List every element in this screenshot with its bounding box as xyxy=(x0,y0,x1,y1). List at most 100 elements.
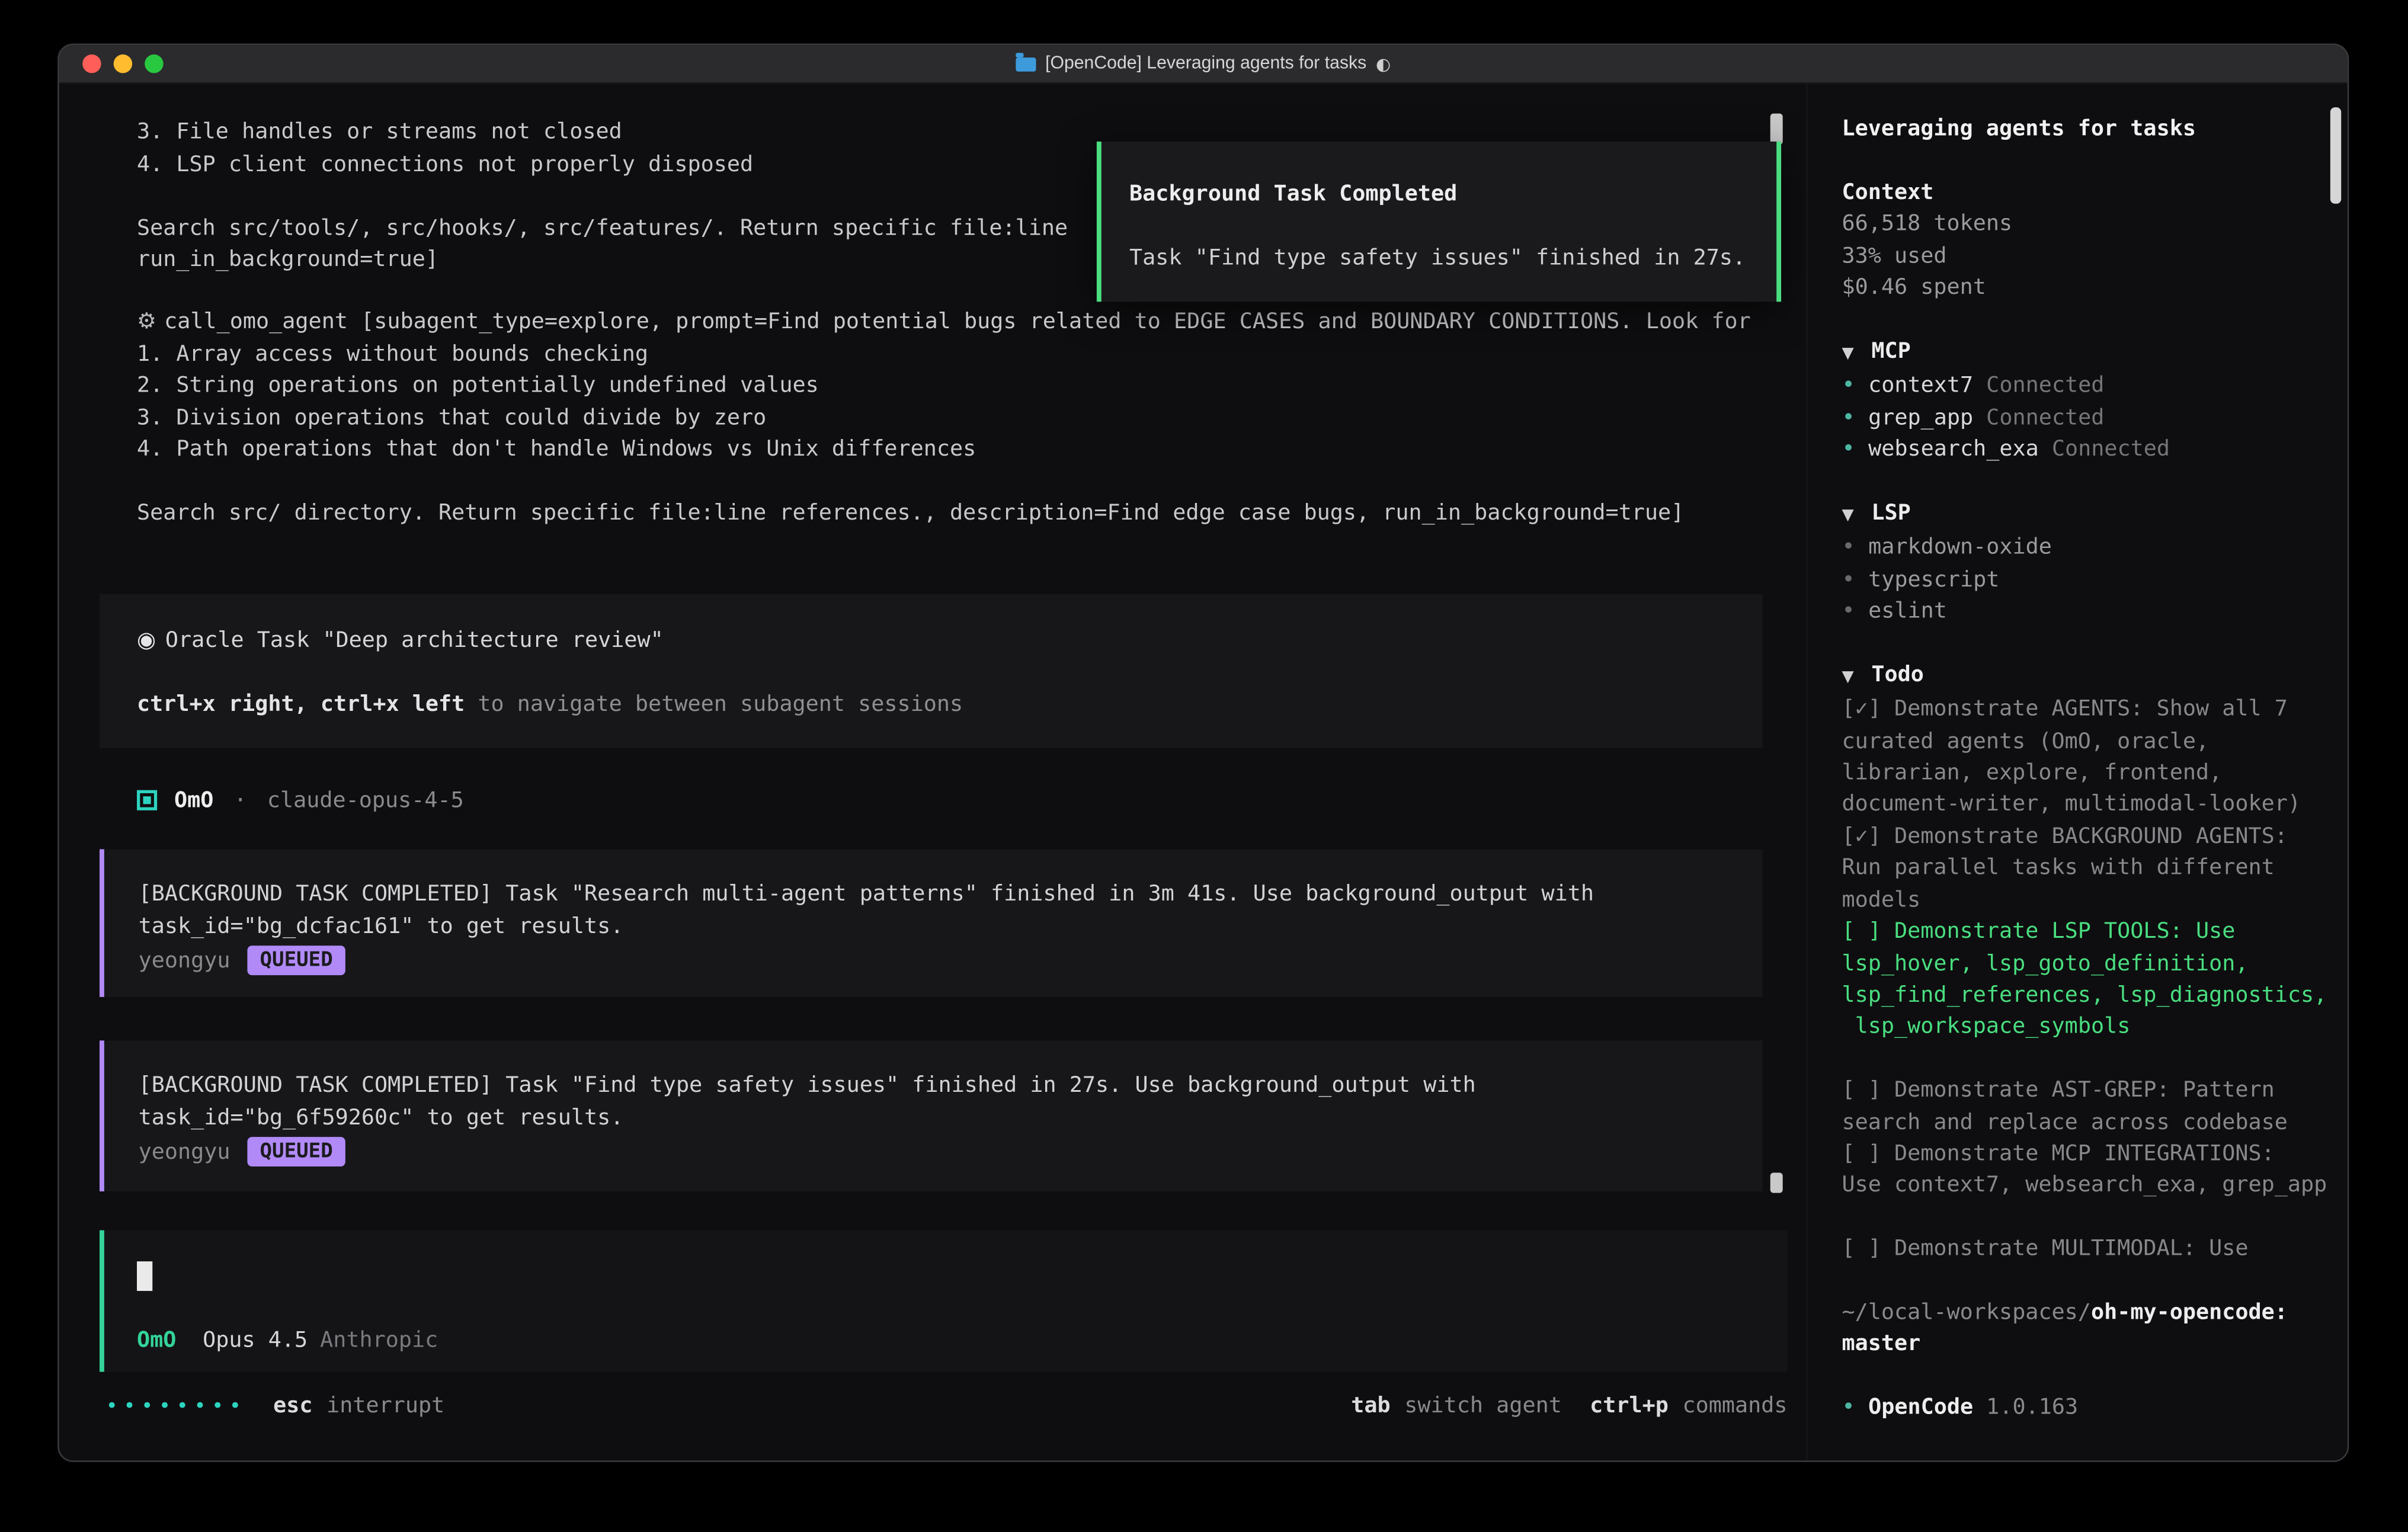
fisheye-icon: ◉ xyxy=(137,629,156,653)
app-name: OpenCode xyxy=(1868,1395,1973,1420)
terminal-window: [OpenCode] Leveraging agents for tasks ◐… xyxy=(57,44,2349,1462)
esc-key-hint: esc xyxy=(273,1393,312,1418)
agent-model: claude-opus-4-5 xyxy=(267,788,464,813)
tab-key-hint: tab xyxy=(1351,1393,1390,1418)
terminal-text-line: Search src/tools/, src/hooks/, src/featu… xyxy=(137,212,1068,244)
gear-icon: ⚙ xyxy=(137,309,156,334)
tool-call-text: call_omo_agent [subagent_type=explore, p… xyxy=(164,309,1751,334)
workspace-path: ~/local-workspaces/oh-my-opencode: xyxy=(1842,1297,2335,1329)
input-model-name: Opus 4.5 xyxy=(203,1325,308,1357)
status-bar: •••••••• esc interrupt tab switch agent … xyxy=(59,1387,1806,1425)
message-author: yeongyu xyxy=(139,1139,230,1164)
terminal-text-line: 1. Array access without bounds checking xyxy=(137,338,1751,370)
ctrlp-key-hint: ctrl+p xyxy=(1590,1393,1669,1418)
minimize-button[interactable] xyxy=(114,55,133,73)
input-provider-name: Anthropic xyxy=(320,1325,438,1357)
chevron-down-icon: ▼ xyxy=(1842,339,1861,371)
status-dot-icon: • xyxy=(1842,564,1868,596)
agent-checkbox-icon xyxy=(137,790,157,810)
tab-key-label: switch agent xyxy=(1404,1393,1562,1418)
session-title: Leveraging agents for tasks xyxy=(1842,114,2335,146)
agent-header: OmO · claude-opus-4-5 xyxy=(137,784,464,816)
mcp-server-name: websearch_exa xyxy=(1868,437,2039,462)
lsp-list: •markdown-oxide •typescript •eslint xyxy=(1842,533,2335,628)
text-cursor xyxy=(137,1261,152,1291)
oracle-task-panel: ◉Oracle Task "Deep architecture review" … xyxy=(100,594,1763,748)
ctrlp-key-label: commands xyxy=(1683,1393,1788,1418)
context-spent: $0.46 spent xyxy=(1842,272,2335,304)
todo-item: [ ] Demonstrate MULTIMODAL: Use xyxy=(1842,1233,2335,1265)
todo-section-header[interactable]: ▼Todo xyxy=(1842,659,2335,694)
todo-item: [ ] Demonstrate LSP TOOLS: Use lsp_hover… xyxy=(1842,916,2335,1043)
status-badge: QUEUED xyxy=(247,946,345,975)
oracle-hint: ctrl+x right, ctrl+x left to navigate be… xyxy=(137,689,1763,721)
chat-pane: 3. File handles or streams not closed4. … xyxy=(59,84,1806,1460)
window-content: 3. File handles or streams not closed4. … xyxy=(59,84,2348,1460)
chat-scrollbar-thumb[interactable] xyxy=(1770,114,1783,145)
half-moon-icon: ◐ xyxy=(1376,54,1391,74)
status-dot-icon: • xyxy=(1842,533,1868,565)
todo-item: [ ] Demonstrate MCP INTEGRATIONS: Use co… xyxy=(1842,1139,2335,1202)
todo-list: [✓] Demonstrate AGENTS: Show all 7 curat… xyxy=(1842,694,2335,1265)
status-dot-icon: • xyxy=(1842,596,1868,628)
sidebar-scrollbar-thumb[interactable] xyxy=(2330,107,2341,204)
terminal-text-line: 2. String operations on potentially unde… xyxy=(137,370,1751,402)
prompt-input[interactable]: OmO Opus 4.5 Anthropic xyxy=(100,1230,1788,1372)
window-titlebar[interactable]: [OpenCode] Leveraging agents for tasks ◐ xyxy=(59,45,2348,84)
todo-item: [✓] Demonstrate AGENTS: Show all 7 curat… xyxy=(1842,694,2335,821)
window-title: [OpenCode] Leveraging agents for tasks ◐ xyxy=(59,45,2348,82)
context-tokens: 66,518 tokens xyxy=(1842,209,2335,241)
sidebar-footer: •OpenCode 1.0.163 xyxy=(1842,1392,2335,1424)
toast-background-task-completed[interactable]: Background Task Completed Task "Find typ… xyxy=(1097,142,1781,302)
chevron-down-icon: ▼ xyxy=(1842,662,1861,694)
message-text: [BACKGROUND TASK COMPLETED] Task "Resear… xyxy=(139,879,1728,943)
chat-scrollback: 3. File handles or streams not closed4. … xyxy=(137,117,1068,276)
lsp-section-header[interactable]: ▼ LSP xyxy=(1842,498,2335,533)
esc-key-label: interrupt xyxy=(326,1393,444,1418)
workspace-branch: master xyxy=(1842,1329,2335,1361)
oracle-task-text: Oracle Task "Deep architecture review" xyxy=(165,629,664,653)
context-heading: Context xyxy=(1842,177,2335,209)
desktop: [OpenCode] Leveraging agents for tasks ◐… xyxy=(0,0,2408,1532)
todo-item: [ ] Demonstrate AST-GREP: Pattern search… xyxy=(1842,1075,2335,1138)
mcp-server-name: context7 xyxy=(1868,374,1973,399)
status-badge: QUEUED xyxy=(247,1137,345,1166)
lsp-server-item: •markdown-oxide xyxy=(1842,533,2335,565)
tool-call-lines: 1. Array access without bounds checking2… xyxy=(137,338,1751,530)
app-version: 1.0.163 xyxy=(1986,1395,2078,1420)
lsp-server-item: •typescript xyxy=(1842,564,2335,596)
mcp-server-status: Connected xyxy=(1986,405,2104,430)
mcp-server-status: Connected xyxy=(1986,374,2104,399)
spinner-dots-icon: •••••••• xyxy=(106,1395,247,1418)
terminal-text-line: 4. LSP client connections not properly d… xyxy=(137,149,1068,181)
session-sidebar: Leveraging agents for tasks Context 66,5… xyxy=(1806,84,2348,1460)
toast-body: Task "Find type safety issues" finished … xyxy=(1129,243,1776,275)
status-dot-icon: • xyxy=(1842,402,1868,434)
background-task-message: [BACKGROUND TASK COMPLETED] Task "Find t… xyxy=(100,1040,1763,1191)
window-title-text: [OpenCode] Leveraging agents for tasks xyxy=(1045,55,1366,73)
background-task-message: [BACKGROUND TASK COMPLETED] Task "Resear… xyxy=(100,849,1763,996)
chevron-down-icon: ▼ xyxy=(1842,501,1861,533)
mcp-section-header[interactable]: ▼MCP xyxy=(1842,336,2335,371)
chat-scrollbar-thumb-lower[interactable] xyxy=(1770,1173,1783,1193)
status-dot-icon: • xyxy=(1842,434,1868,466)
workspace-path-prefix: ~/local-workspaces/ xyxy=(1842,1300,2090,1325)
input-footer: OmO Opus 4.5 Anthropic xyxy=(137,1325,438,1357)
lsp-server-name: typescript xyxy=(1868,567,1999,592)
input-agent-name: OmO xyxy=(137,1325,176,1357)
folder-icon xyxy=(1016,57,1036,71)
terminal-text-line: 4. Path operations that don't handle Win… xyxy=(137,434,1751,466)
terminal-text-line: 3. File handles or streams not closed xyxy=(137,117,1068,149)
mcp-server-item: •grep_appConnected xyxy=(1842,402,2335,434)
context-used: 33% used xyxy=(1842,241,2335,273)
terminal-text-line xyxy=(137,466,1751,498)
close-button[interactable] xyxy=(82,55,101,73)
todo-item: [✓] Demonstrate BACKGROUND AGENTS: Run p… xyxy=(1842,821,2335,916)
status-dot-icon: • xyxy=(1842,1392,1868,1424)
zoom-button[interactable] xyxy=(145,55,164,73)
status-dot-icon: • xyxy=(1842,370,1868,402)
mcp-server-status: Connected xyxy=(2052,437,2170,462)
message-meta: yeongyu QUEUED xyxy=(139,1137,1728,1166)
agent-separator: · xyxy=(234,788,247,813)
lsp-heading-label: LSP xyxy=(1871,501,1910,525)
